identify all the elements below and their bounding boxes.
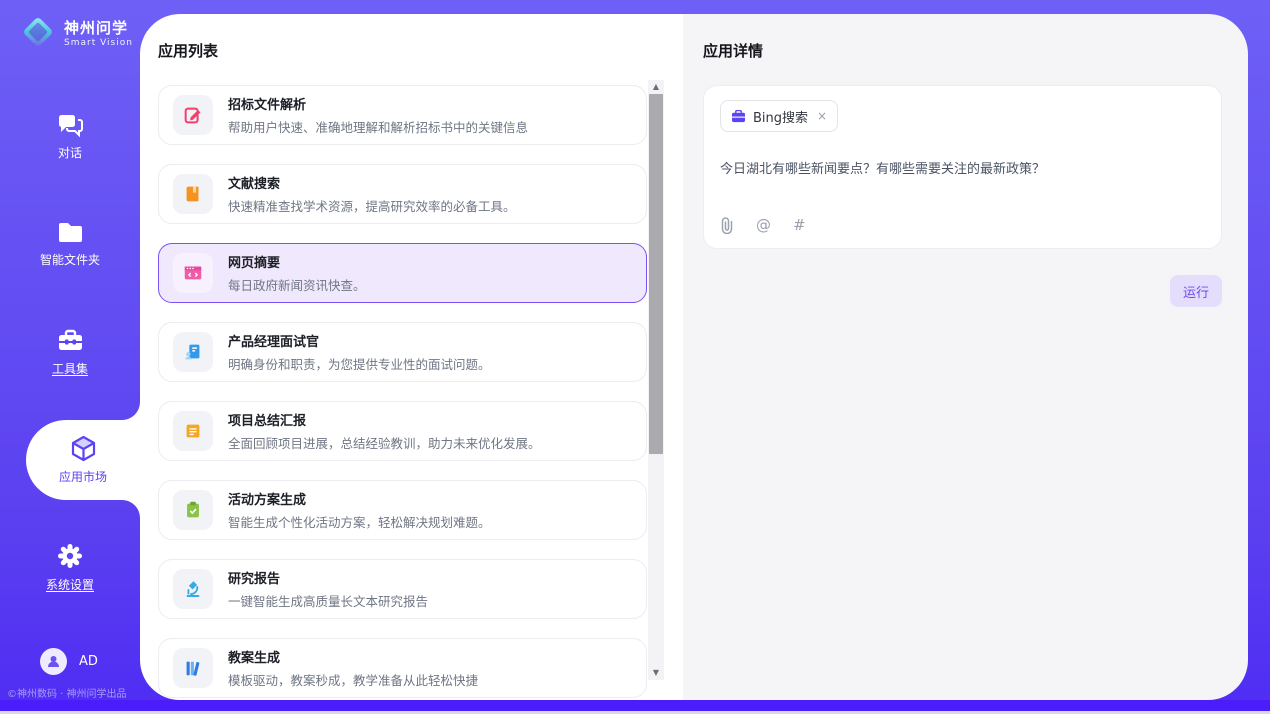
app-desc: 每日政府新闻资讯快查。 — [228, 275, 366, 294]
sidebar-item-label: 系统设置 — [46, 576, 94, 593]
sidebar-item-label: 对话 — [58, 144, 82, 161]
resume-icon — [173, 332, 213, 372]
sidebar-item-settings[interactable]: 系统设置 — [0, 543, 140, 593]
person-icon — [46, 654, 61, 669]
scrollbar-up-arrow[interactable]: ▲ — [648, 80, 664, 94]
app-list-title: 应用列表 — [158, 40, 683, 61]
app-name: 项目总结汇报 — [228, 410, 541, 429]
hash-icon[interactable]: # — [793, 216, 806, 234]
app-card-literature-search[interactable]: 文献搜索 快速精准查找学术资源，提高研究效率的必备工具。 — [158, 164, 647, 224]
scrollbar-down-arrow[interactable]: ▼ — [648, 666, 664, 680]
app-desc: 智能生成个性化活动方案，轻松解决规划难题。 — [228, 512, 491, 531]
app-card-event-plan[interactable]: 活动方案生成 智能生成个性化活动方案，轻松解决规划难题。 — [158, 480, 647, 540]
sidebar-item-chat[interactable]: 对话 — [0, 112, 140, 161]
edit-document-icon — [173, 95, 213, 135]
app-desc: 快速精准查找学术资源，提高研究效率的必备工具。 — [228, 196, 516, 215]
user-account[interactable]: AD — [40, 648, 98, 675]
prompt-toolbar: @ # — [720, 216, 1205, 234]
app-name: 研究报告 — [228, 568, 428, 587]
app-card-web-summary[interactable]: 网页摘要 每日政府新闻资讯快查。 — [158, 243, 647, 303]
clipboard-check-icon — [173, 490, 213, 530]
brand-name: 神州问学 — [64, 17, 133, 38]
microscope-icon — [173, 569, 213, 609]
prompt-card: Bing搜索 × 今日湖北有哪些新闻要点？有哪些需要关注的最新政策？ @ # — [703, 85, 1222, 249]
app-name: 文献搜索 — [228, 173, 516, 192]
app-desc: 明确身份和职责，为您提供专业性的面试问题。 — [228, 354, 491, 373]
brand-logo: 神州问学 Smart Vision — [20, 14, 133, 50]
gear-icon — [57, 543, 83, 569]
tag-close-icon[interactable]: × — [817, 109, 827, 123]
app-desc: 模板驱动，教案秒成，教学准备从此轻松快捷 — [228, 670, 478, 689]
app-card-lesson-plan[interactable]: 教案生成 模板驱动，教案秒成，教学准备从此轻松快捷 — [158, 638, 647, 698]
app-name: 教案生成 — [228, 647, 478, 666]
app-name: 网页摘要 — [228, 252, 366, 271]
cube-icon — [70, 435, 97, 462]
app-name: 产品经理面试官 — [228, 331, 491, 350]
sidebar-item-label: 智能文件夹 — [40, 251, 100, 268]
browser-code-icon — [173, 253, 213, 293]
toolbox-icon — [57, 329, 84, 353]
brand-diamond-icon — [20, 14, 56, 50]
app-desc: 全面回顾项目进展，总结经验教训，助力未来优化发展。 — [228, 433, 541, 452]
app-desc: 帮助用户快速、准确地理解和解析招标书中的关键信息 — [228, 117, 528, 136]
app-list: 招标文件解析 帮助用户快速、准确地理解和解析招标书中的关键信息 文献搜索 快速精… — [158, 85, 683, 698]
sidebar: 神州问学 Smart Vision 对话 智能文件夹 工具集 — [0, 0, 140, 700]
run-button[interactable]: 运行 — [1170, 275, 1222, 307]
books-icon — [173, 648, 213, 688]
book-icon — [173, 174, 213, 214]
bottom-strip — [0, 700, 1270, 711]
app-card-research-report[interactable]: 研究报告 一键智能生成高质量长文本研究报告 — [158, 559, 647, 619]
sidebar-item-app-market[interactable]: 应用市场 — [26, 420, 140, 500]
sidebar-item-toolset[interactable]: 工具集 — [0, 329, 140, 377]
app-detail-panel: 应用详情 Bing搜索 × 今日湖北有哪些新闻要点？有哪些需要关注的最新政策？ … — [683, 14, 1248, 700]
sidebar-item-label: 工具集 — [52, 360, 88, 377]
scrollbar-thumb[interactable] — [649, 94, 663, 454]
app-card-project-summary[interactable]: 项目总结汇报 全面回顾项目进展，总结经验教训，助力未来优化发展。 — [158, 401, 647, 461]
footer-copyright: ©神州数码 · 神州问学出品 — [7, 685, 127, 700]
paperclip-icon[interactable] — [720, 217, 734, 234]
sidebar-item-smart-folder[interactable]: 智能文件夹 — [0, 221, 140, 268]
username: AD — [79, 654, 98, 669]
app-card-tender-analysis[interactable]: 招标文件解析 帮助用户快速、准确地理解和解析招标书中的关键信息 — [158, 85, 647, 145]
app-detail-title: 应用详情 — [703, 40, 1222, 61]
briefcase-icon — [731, 110, 746, 123]
app-name: 招标文件解析 — [228, 94, 528, 113]
app-list-panel: 应用列表 招标文件解析 帮助用户快速、准确地理解和解析招标书中的关键信息 — [140, 14, 683, 700]
main-container: 应用列表 招标文件解析 帮助用户快速、准确地理解和解析招标书中的关键信息 — [140, 14, 1248, 700]
brand-subtitle: Smart Vision — [64, 38, 133, 48]
app-card-pm-interviewer[interactable]: 产品经理面试官 明确身份和职责，为您提供专业性的面试问题。 — [158, 322, 647, 382]
folder-icon — [57, 221, 84, 244]
sidebar-item-label: 应用市场 — [59, 468, 107, 485]
mention-icon[interactable]: @ — [756, 216, 771, 234]
prompt-text[interactable]: 今日湖北有哪些新闻要点？有哪些需要关注的最新政策？ — [720, 158, 1205, 177]
tool-tag-bing-search[interactable]: Bing搜索 × — [720, 100, 838, 132]
chat-icon — [57, 112, 84, 137]
tag-label: Bing搜索 — [753, 107, 808, 126]
app-name: 活动方案生成 — [228, 489, 491, 508]
app-desc: 一键智能生成高质量长文本研究报告 — [228, 591, 428, 610]
note-icon — [173, 411, 213, 451]
avatar — [40, 648, 67, 675]
